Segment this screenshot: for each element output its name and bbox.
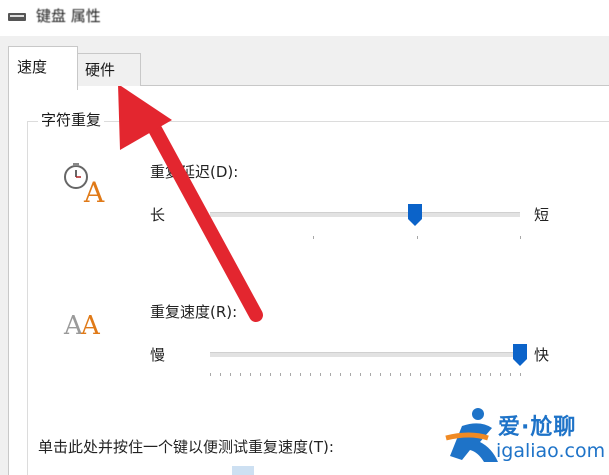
slider-tick (280, 373, 281, 376)
watermark-text: 爱·尬聊 (498, 415, 577, 440)
slider-tick (470, 373, 471, 376)
repeat-delay-min-label: 长 (150, 206, 166, 224)
test-field-edge (232, 466, 254, 475)
slider-tick (220, 373, 221, 376)
clock-letter-a-icon: A (64, 163, 105, 206)
slider-tick (360, 373, 361, 376)
slider-tick (400, 373, 401, 376)
repeat-rate-min-label: 慢 (150, 346, 166, 364)
slider-tick (410, 373, 411, 376)
keyboard-icon (8, 13, 26, 21)
slider-tick (380, 373, 381, 376)
tab-speed[interactable]: 速度 (8, 46, 78, 90)
repeat-rate-slider-track[interactable] (210, 352, 520, 357)
slider-tick (250, 373, 251, 376)
repeat-rate-ticks (210, 373, 521, 377)
slider-tick (416, 236, 418, 239)
slider-tick (340, 373, 341, 376)
slider-tick (430, 373, 431, 376)
double-letter-a-icon: A A (63, 311, 101, 338)
slider-tick (350, 373, 351, 376)
tab-speed-label: 速度 (17, 58, 48, 76)
slider-tick (520, 236, 521, 239)
repeat-delay-ticks (210, 236, 521, 240)
slider-tick (520, 373, 521, 376)
slider-tick (290, 373, 291, 376)
repeat-delay-label: 重复延迟(D): (150, 163, 239, 181)
title-bar: 键盘 属性 (0, 0, 609, 36)
repeat-rate-label: 重复速度(R): (150, 303, 238, 321)
slider-tick (370, 373, 371, 376)
slider-tick (320, 373, 321, 376)
slider-tick (310, 373, 311, 376)
character-repeat-group-label: 字符重复 (38, 109, 105, 130)
slider-tick (210, 236, 211, 239)
slider-tick (260, 373, 261, 376)
slider-tick (510, 373, 511, 376)
slider-tick (300, 373, 301, 376)
slider-tick (480, 373, 481, 376)
svg-text:A: A (80, 311, 101, 338)
slider-tick (390, 373, 391, 376)
tab-hardware-label: 硬件 (85, 61, 116, 79)
slider-tick (270, 373, 271, 376)
repeat-delay-max-label: 短 (534, 206, 550, 224)
slider-tick (230, 373, 231, 376)
slider-tick (240, 373, 241, 376)
tab-hardware[interactable]: 硬件 (77, 53, 141, 86)
watermark-url: igaliao.com (496, 440, 606, 462)
svg-text:A: A (83, 176, 105, 206)
repeat-rate-max-label: 快 (534, 346, 550, 364)
slider-tick (420, 373, 421, 376)
repeat-rate-slider-thumb[interactable] (513, 344, 527, 366)
repeat-delay-slider-track[interactable] (210, 212, 520, 217)
slider-tick (210, 373, 211, 376)
slider-tick (450, 373, 451, 376)
repeat-test-label: 单击此处并按住一个键以便测试重复速度(T): (38, 438, 334, 456)
slider-tick (313, 236, 315, 239)
repeat-delay-slider-thumb[interactable] (407, 204, 422, 226)
slider-tick (500, 373, 501, 376)
slider-tick (330, 373, 331, 376)
slider-tick (460, 373, 461, 376)
slider-tick (440, 373, 441, 376)
window-title: 键盘 属性 (36, 7, 101, 25)
slider-tick (490, 373, 491, 376)
